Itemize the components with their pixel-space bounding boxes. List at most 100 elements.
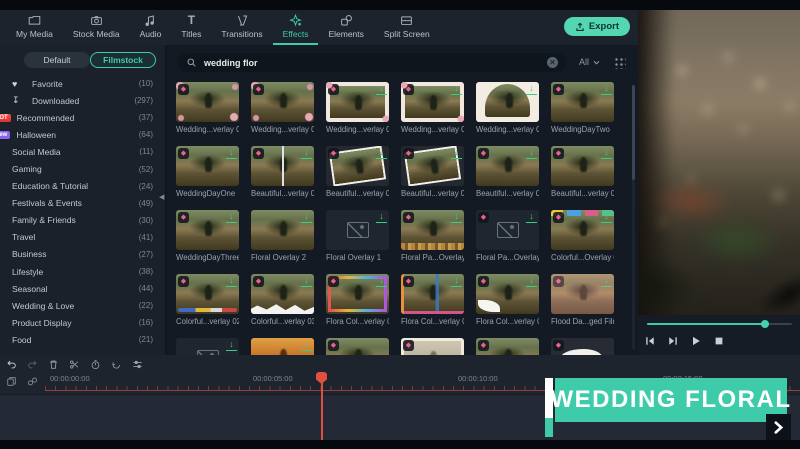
- filter-dropdown[interactable]: All: [579, 57, 600, 67]
- download-icon[interactable]: ↓: [376, 275, 387, 287]
- tab-elements[interactable]: Elements: [318, 10, 373, 45]
- category-item[interactable]: Festivals & Events (49): [0, 195, 165, 212]
- category-item[interactable]: Travel (41): [0, 229, 165, 246]
- effect-card[interactable]: ◆ ↓ Flood Da...ged Film: [551, 274, 614, 327]
- category-item[interactable]: Lifestyle (38): [0, 263, 165, 280]
- next-frame-button[interactable]: [667, 335, 679, 347]
- effect-card[interactable]: ◆ ↓: [326, 338, 389, 355]
- download-icon[interactable]: ↓: [526, 83, 537, 95]
- effect-card[interactable]: ◆ ↓: [176, 338, 239, 355]
- download-icon[interactable]: ↓: [451, 211, 462, 223]
- download-icon[interactable]: ↓: [451, 83, 462, 95]
- tab-transitions[interactable]: Transitions: [211, 10, 272, 45]
- download-icon[interactable]: ↓: [451, 275, 462, 287]
- split-scissors-icon[interactable]: [69, 359, 80, 370]
- download-icon[interactable]: ↓: [376, 147, 387, 159]
- category-item[interactable]: Downloaded (297): [0, 92, 165, 109]
- speed-timer-icon[interactable]: [90, 359, 101, 370]
- effect-card[interactable]: ◆ ↓ Flora Col...verlay 02: [401, 274, 464, 327]
- effect-card[interactable]: ◆ ↓ WeddingDayTwo: [551, 82, 614, 135]
- sidebar-collapse-icon[interactable]: ◀: [159, 191, 166, 205]
- effect-card[interactable]: ◆ ↓ Beautiful...verlay 04: [476, 146, 539, 199]
- effect-card[interactable]: ◆ ↓ Colorful...verlay 02: [176, 274, 239, 327]
- tab-filmstock[interactable]: Filmstock: [90, 52, 156, 68]
- effect-card[interactable]: ◆ ↓: [401, 338, 464, 355]
- download-icon[interactable]: ↓: [226, 211, 237, 223]
- effect-card[interactable]: ◆ ↓ Floral Pa...Overlay1: [476, 210, 539, 263]
- category-item[interactable]: Social Media (11): [0, 143, 165, 160]
- effect-card[interactable]: ◆ ↓ Colorful...verlay 03: [251, 274, 314, 327]
- effect-card[interactable]: ◆ ↓ Beautiful...verlay 01: [251, 146, 314, 199]
- effect-card[interactable]: ◆ ↓: [251, 338, 314, 355]
- tab-titles[interactable]: T Titles: [171, 10, 211, 45]
- tab-default[interactable]: Default: [24, 52, 90, 68]
- category-item[interactable]: New Halloween (64): [0, 126, 165, 143]
- download-icon[interactable]: ↓: [526, 211, 537, 223]
- category-item[interactable]: Favorite (10): [0, 75, 165, 92]
- effect-card[interactable]: ◆ ↓ Wedding...verlay 02: [251, 82, 314, 135]
- download-icon[interactable]: ↓: [526, 275, 537, 287]
- download-icon[interactable]: ↓: [451, 147, 462, 159]
- undo-icon[interactable]: [6, 359, 17, 370]
- redo-icon[interactable]: [27, 359, 38, 370]
- download-icon[interactable]: ↓: [226, 275, 237, 287]
- effect-card[interactable]: ◆ ↓ Floral Overlay 1: [326, 210, 389, 263]
- seek-bar[interactable]: [647, 320, 792, 328]
- grid-view-icon[interactable]: [613, 56, 626, 69]
- adjust-sliders-icon[interactable]: [132, 359, 143, 370]
- download-icon[interactable]: ↓: [301, 147, 312, 159]
- category-item[interactable]: Seasonal (44): [0, 280, 165, 297]
- effect-card[interactable]: ◆ ↓ Wedding...verlay 01: [326, 82, 389, 135]
- delete-icon[interactable]: [48, 359, 59, 370]
- effect-card[interactable]: ◆ ↓ Wedding...verlay 01: [176, 82, 239, 135]
- download-icon[interactable]: ↓: [301, 339, 312, 351]
- category-item[interactable]: HOT Recommended (37): [0, 109, 165, 126]
- download-icon[interactable]: ↓: [601, 83, 612, 95]
- category-item[interactable]: Business (27): [0, 246, 165, 263]
- rotate-icon[interactable]: [111, 359, 122, 370]
- seek-knob[interactable]: [761, 320, 769, 328]
- category-item[interactable]: Gaming (52): [0, 160, 165, 177]
- effect-card[interactable]: ◆ ↓: [551, 338, 614, 355]
- download-icon[interactable]: ↓: [376, 211, 387, 223]
- category-item[interactable]: Wedding & Love (22): [0, 297, 165, 314]
- export-button[interactable]: Export: [563, 17, 630, 36]
- tab-split-screen[interactable]: Split Screen: [374, 10, 440, 45]
- effect-card[interactable]: ◆ ↓ Flora Col...verlay 01: [326, 274, 389, 327]
- effect-card[interactable]: ◆ ↓ Floral Overlay 2: [251, 210, 314, 263]
- next-chevron-button[interactable]: [766, 414, 791, 440]
- stop-button[interactable]: [713, 335, 725, 347]
- clear-search-icon[interactable]: ✕: [547, 57, 558, 68]
- download-icon[interactable]: ↓: [376, 83, 387, 95]
- category-item[interactable]: Food (21): [0, 331, 165, 348]
- download-icon[interactable]: ↓: [226, 147, 237, 159]
- effect-card[interactable]: ◆ ↓ Colorful...Overlay 01: [551, 210, 614, 263]
- effect-card[interactable]: ◆ ↓ Beautiful...verlay 02: [326, 146, 389, 199]
- effect-card[interactable]: ◆ ↓ WeddingDayOne: [176, 146, 239, 199]
- tab-my-media[interactable]: My Media: [6, 10, 63, 45]
- download-icon[interactable]: ↓: [526, 147, 537, 159]
- download-icon[interactable]: ↓: [601, 211, 612, 223]
- effect-card[interactable]: ◆ ↓ WeddingDayThree: [176, 210, 239, 263]
- category-item[interactable]: Product Display (16): [0, 314, 165, 331]
- download-icon[interactable]: ↓: [301, 275, 312, 287]
- download-icon[interactable]: ↓: [601, 275, 612, 287]
- scrollbar-thumb[interactable]: [632, 85, 635, 180]
- effect-card[interactable]: ◆ ↓ Beautiful...verlay 03: [401, 146, 464, 199]
- effect-card[interactable]: ◆ ↓ Floral Pa...Overlay2: [401, 210, 464, 263]
- previous-frame-button[interactable]: [644, 335, 656, 347]
- effect-card[interactable]: ◆ ↓ Wedding...verlay 02: [401, 82, 464, 135]
- tab-audio[interactable]: Audio: [130, 10, 172, 45]
- category-item[interactable]: Family & Friends (30): [0, 212, 165, 229]
- effect-card[interactable]: ◆ ↓ Beautiful...verlay 05: [551, 146, 614, 199]
- tab-stock-media[interactable]: Stock Media: [63, 10, 130, 45]
- download-icon[interactable]: ↓: [301, 211, 312, 223]
- effect-card[interactable]: ◆ ↓ Wedding...verlay 03: [476, 82, 539, 135]
- tab-effects[interactable]: Effects: [272, 10, 319, 45]
- play-button[interactable]: [690, 335, 702, 347]
- search-input[interactable]: [202, 56, 547, 69]
- category-item[interactable]: Education & Tutorial (24): [0, 178, 165, 195]
- effect-card[interactable]: ◆ ↓: [476, 338, 539, 355]
- download-icon[interactable]: ↓: [601, 147, 612, 159]
- download-icon[interactable]: ↓: [226, 339, 237, 351]
